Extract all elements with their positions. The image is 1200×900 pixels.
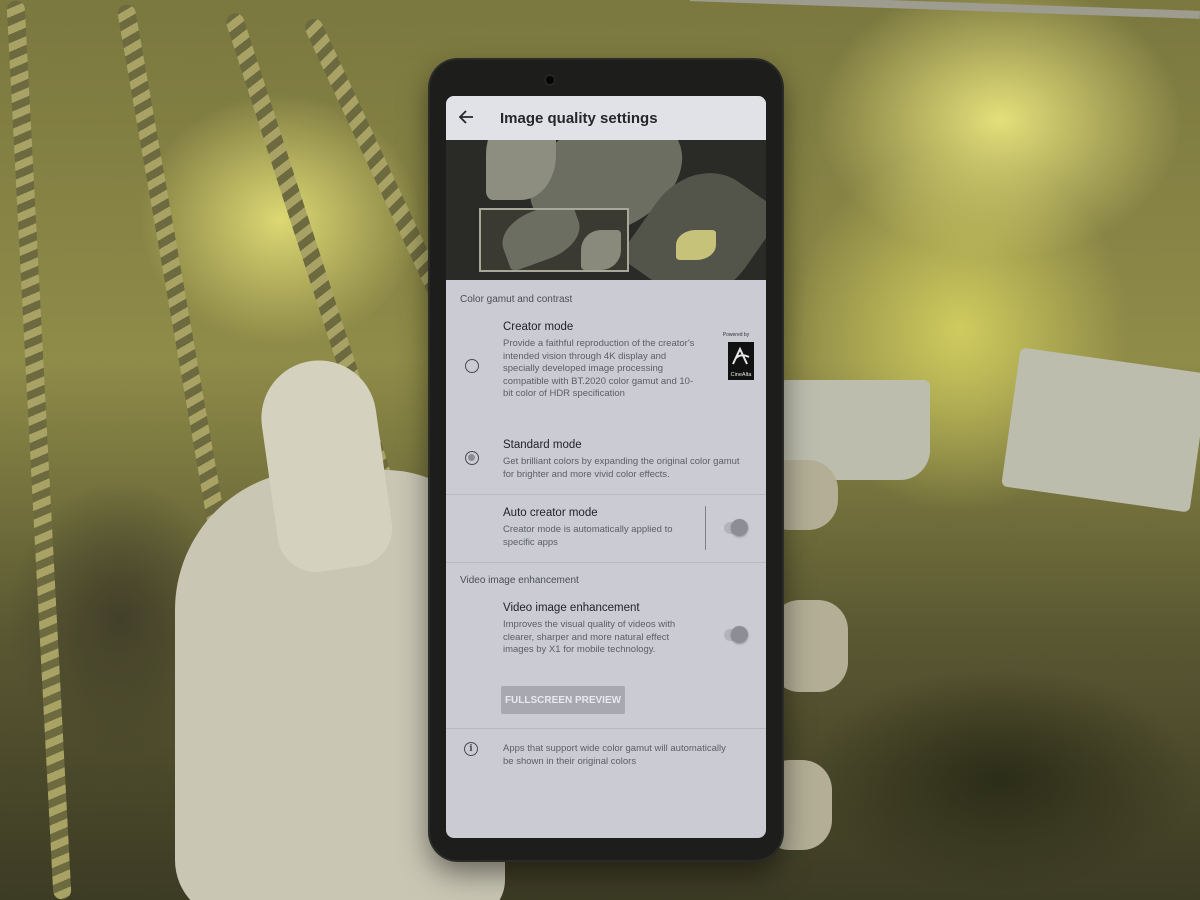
preview-inset [479, 208, 629, 272]
cinealta-logo-icon: CineAlta [728, 342, 754, 380]
auto-creator-mode-description: Creator mode is automatically applied to… [503, 524, 673, 548]
standard-mode-radio[interactable] [465, 451, 479, 465]
auto-creator-mode-title: Auto creator mode [503, 507, 598, 519]
app-bar: Image quality settings [446, 96, 766, 140]
settings-screen: Image quality settings Color gamut and c… [446, 96, 766, 838]
section-header-color-gamut: Color gamut and contrast [460, 294, 573, 305]
cinealta-brand: CineAlta [730, 372, 752, 378]
standard-mode-title: Standard mode [503, 439, 582, 451]
video-enhancement-title: Video image enhancement [503, 602, 640, 614]
standard-mode-description: Get brilliant colors by expanding the or… [503, 456, 740, 480]
plant-pot [1001, 347, 1200, 513]
creator-mode-radio[interactable] [465, 359, 479, 373]
creator-mode-title: Creator mode [503, 321, 574, 333]
creator-mode-description: Provide a faithful reproduction of the c… [503, 338, 695, 399]
divider [446, 562, 766, 563]
powered-by-label: Powered by [722, 332, 750, 338]
hanging-rope [6, 0, 72, 900]
divider [446, 728, 766, 729]
info-note: Apps that support wide color gamut will … [503, 743, 726, 767]
section-header-video: Video image enhancement [460, 575, 579, 586]
front-camera [544, 74, 556, 86]
back-arrow-icon[interactable] [446, 96, 490, 140]
fullscreen-preview-button[interactable]: FULLSCREEN PREVIEW [501, 686, 625, 714]
info-icon: i [464, 742, 478, 756]
toggle-divider [705, 506, 706, 550]
page-title: Image quality settings [500, 109, 658, 127]
toggle-knob [731, 519, 748, 536]
video-enhancement-description: Improves the visual quality of videos wi… [503, 619, 676, 655]
railing [690, 0, 1200, 19]
divider [446, 494, 766, 495]
toggle-knob [731, 626, 748, 643]
auto-creator-mode-toggle[interactable] [724, 519, 748, 536]
video-enhancement-toggle[interactable] [724, 626, 748, 643]
preview-image [446, 140, 766, 280]
